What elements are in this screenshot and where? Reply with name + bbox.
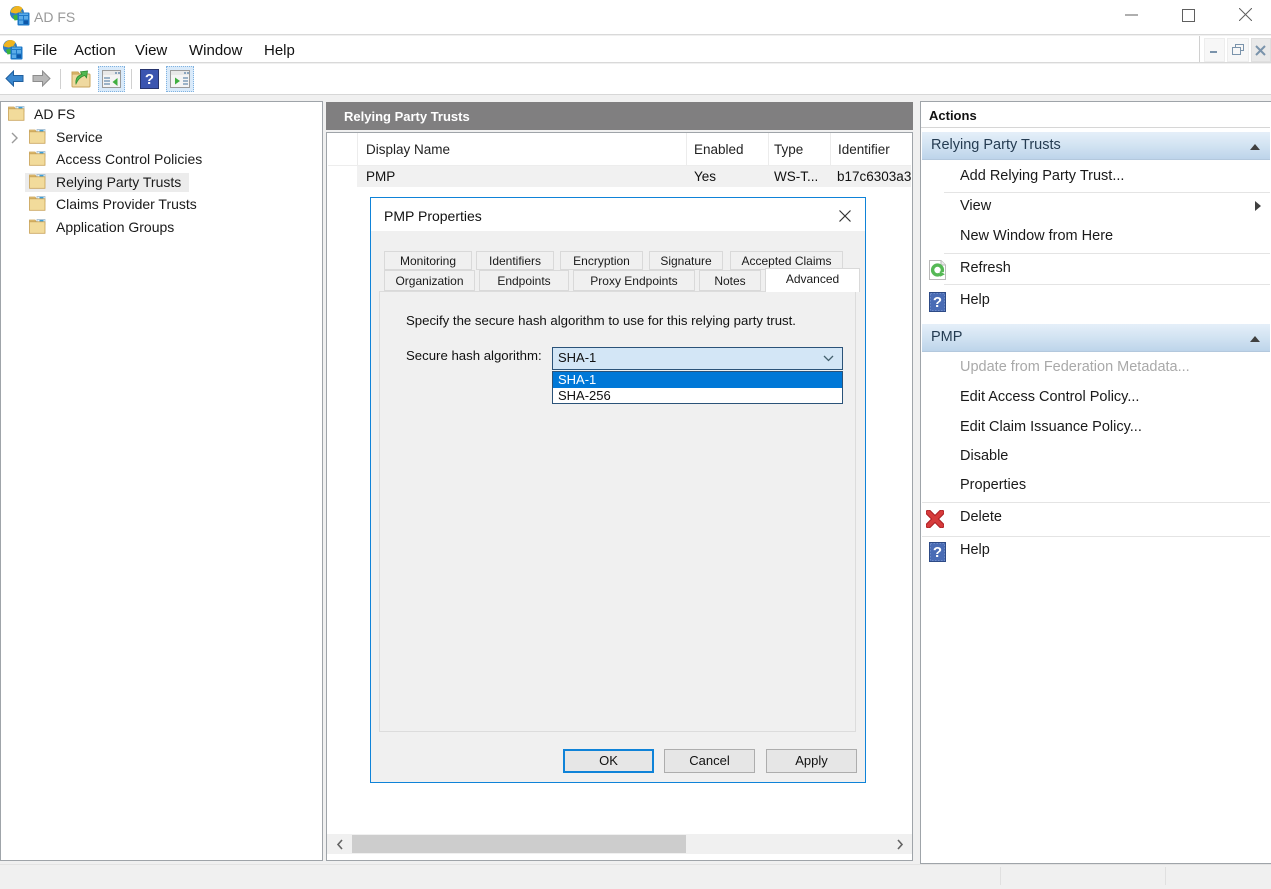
- svg-text:?: ?: [933, 294, 942, 311]
- svg-text:?: ?: [933, 544, 942, 561]
- svg-text:?: ?: [145, 71, 154, 88]
